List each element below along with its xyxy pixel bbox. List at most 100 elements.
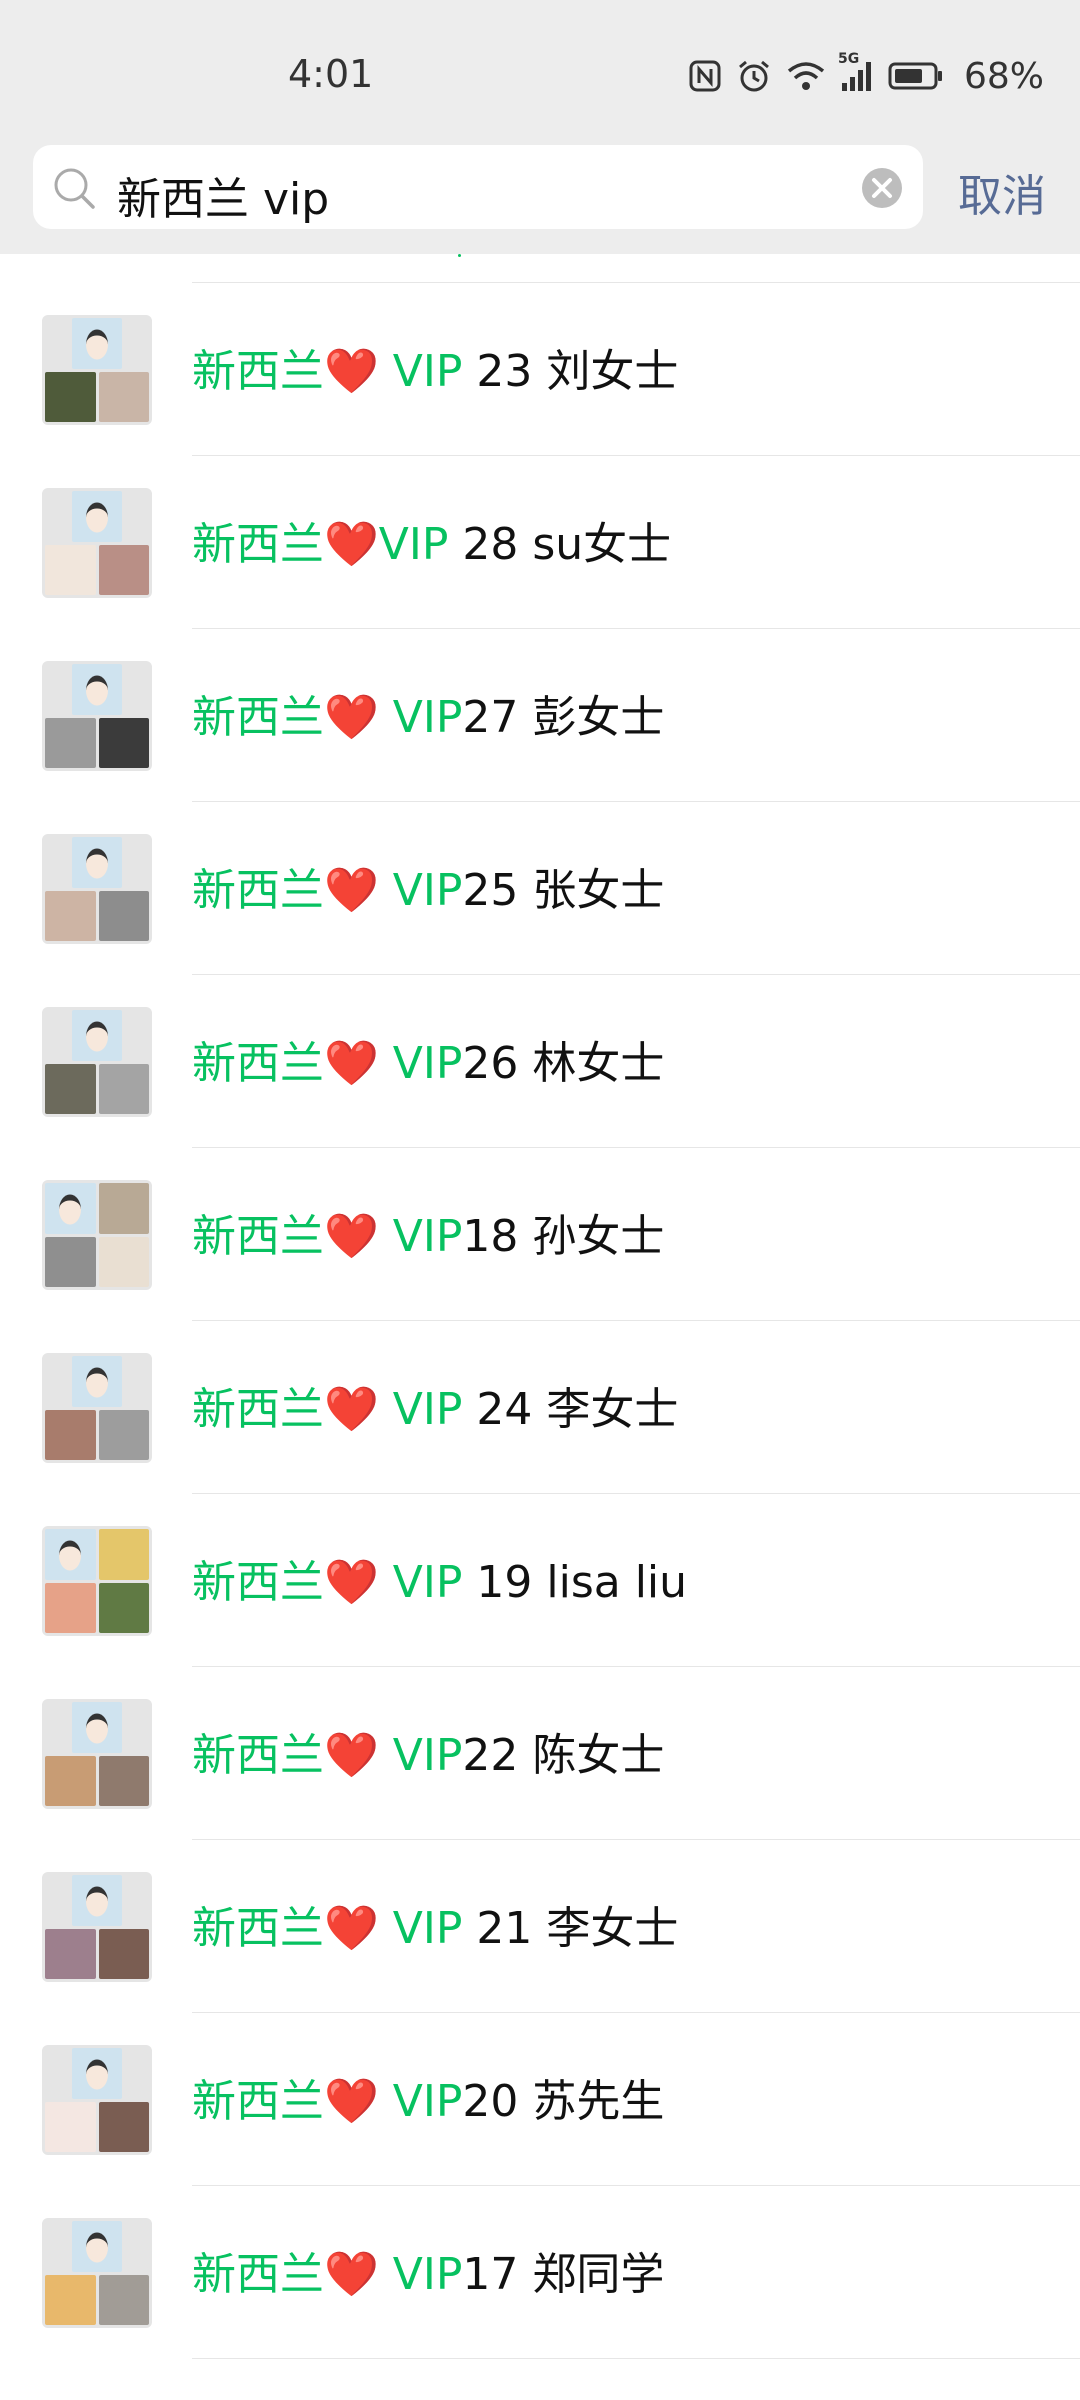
- heart-icon: ❤️: [324, 2076, 379, 2127]
- avatar-tile: [98, 1582, 149, 1633]
- chat-name: 新西兰❤️ VIP 19 lisa liu: [192, 1546, 687, 1610]
- name-rest: 19 lisa liu: [462, 1557, 688, 1608]
- chat-name: 新西兰❤️ VIP20 苏先生: [192, 2065, 664, 2129]
- cancel-button[interactable]: 取消: [958, 160, 1046, 224]
- group-avatar: [42, 1180, 152, 1290]
- avatar-tile: [72, 2048, 122, 2099]
- list-item[interactable]: 新西兰❤️ VIP20 苏先生: [0, 2013, 1080, 2186]
- chat-name: 新西兰❤️ VIP22 陈女士: [192, 1719, 664, 1783]
- list-item[interactable]: 新西兰❤️ VIP27 彭女士: [0, 629, 1080, 802]
- search-input[interactable]: 新西兰 vip: [33, 145, 923, 229]
- avatar-tile: [98, 1183, 149, 1234]
- chat-name: 新西兰❤️ VIP 24 李女士: [192, 1373, 678, 1437]
- list-item[interactable]: 新西兰❤️ VIP18 孙女士: [0, 1148, 1080, 1321]
- avatar-tile: [45, 1409, 96, 1460]
- name-highlight: 新西兰: [192, 1211, 324, 1262]
- name-highlight: 新西兰: [192, 865, 324, 916]
- avatar-tile: [72, 1875, 122, 1926]
- name-highlight: VIP: [378, 1384, 463, 1435]
- avatar-tile: [98, 1063, 149, 1114]
- chat-name: 新西兰❤️VIP 28 su女士: [192, 508, 671, 572]
- search-icon: [51, 165, 97, 215]
- avatar-tile: [45, 1236, 96, 1287]
- group-avatar: [42, 1353, 152, 1463]
- status-icons: 5G 68%: [688, 51, 1044, 97]
- name-highlight: 新西兰: [192, 1903, 324, 1954]
- battery-icon: [888, 61, 944, 91]
- avatar-face-icon: [86, 675, 108, 706]
- avatar-face-icon: [86, 502, 108, 533]
- name-highlight: 新西兰: [192, 1384, 324, 1435]
- list-item[interactable]: 新西兰❤️ VIP17 郑同学: [0, 2186, 1080, 2359]
- avatar-face-icon: [86, 2232, 108, 2263]
- list-item[interactable]: 新西兰❤️ VIP 24 李女士: [0, 1321, 1080, 1494]
- avatar-tile: [98, 1928, 149, 1979]
- wifi-icon: [786, 59, 826, 93]
- name-highlight: VIP: [378, 2076, 463, 2127]
- avatar-tile: [45, 1755, 96, 1806]
- group-avatar: [42, 315, 152, 425]
- name-highlight: VIP: [378, 519, 449, 570]
- name-rest: 28 su女士: [448, 519, 672, 570]
- group-avatar: [42, 1872, 152, 1982]
- list-item[interactable]: 新西兰❤️ VIP 23 刘女士: [0, 283, 1080, 456]
- group-avatar: [42, 661, 152, 771]
- avatar-tile: [45, 1063, 96, 1114]
- name-rest: 23 刘女士: [462, 346, 679, 397]
- heart-icon: ❤️: [324, 1730, 379, 1781]
- heart-icon: ❤️: [324, 519, 379, 570]
- avatar-tile: [45, 1183, 96, 1234]
- list-item[interactable]: 新西兰❤️ VIP 19 lisa liu: [0, 1494, 1080, 1667]
- heart-icon: ❤️: [324, 692, 379, 743]
- avatar-tile: [45, 2101, 96, 2152]
- list-item[interactable]: 新西兰❤️ VIP25 张女士: [0, 802, 1080, 975]
- chat-name: 新西兰❤️ VIP17 郑同学: [192, 2238, 664, 2302]
- name-highlight: VIP: [378, 1557, 463, 1608]
- avatar-face-icon: [86, 1886, 108, 1917]
- name-highlight: 新西兰: [192, 2076, 324, 2127]
- avatar-face-icon: [59, 1540, 82, 1571]
- avatar-tile: [72, 837, 122, 888]
- name-highlight: 新西兰: [192, 1038, 324, 1089]
- avatar-tile: [98, 717, 149, 768]
- alarm-icon: [736, 58, 772, 94]
- name-rest: 22 陈女士: [462, 1730, 665, 1781]
- clear-search-icon[interactable]: [861, 167, 903, 213]
- list-item[interactable]: 新西兰❤️ VIP26 林女士: [0, 975, 1080, 1148]
- avatar-face-icon: [86, 1021, 108, 1052]
- name-highlight: 新西兰: [192, 519, 324, 570]
- avatar-tile: [45, 717, 96, 768]
- avatar-face-icon: [86, 329, 108, 360]
- group-avatar: [42, 488, 152, 598]
- heart-icon: ❤️: [324, 2249, 379, 2300]
- avatar-face-icon: [86, 2059, 108, 2090]
- search-query[interactable]: 新西兰 vip: [117, 163, 329, 227]
- avatar-tile: [45, 1529, 96, 1580]
- name-highlight: 新西兰: [192, 2249, 324, 2300]
- avatar-tile: [72, 318, 122, 369]
- name-highlight: VIP: [378, 1730, 463, 1781]
- avatar-face-icon: [86, 1713, 108, 1744]
- avatar-face-icon: [59, 1194, 82, 1225]
- avatar-face-icon: [86, 848, 108, 879]
- avatar-tile: [98, 890, 149, 941]
- group-avatar: [42, 834, 152, 944]
- chat-name: 新西兰❤️ VIP 21 李女士: [192, 1892, 678, 1956]
- heart-icon: ❤️: [324, 1384, 379, 1435]
- name-rest: 27 彭女士: [462, 692, 665, 743]
- list-item[interactable]: 新西兰❤️ VIP22 陈女士: [0, 1667, 1080, 1840]
- name-rest: 25 张女士: [462, 865, 665, 916]
- avatar-tile: [98, 1409, 149, 1460]
- name-highlight: 新西兰: [192, 692, 324, 743]
- nfc-icon: [688, 59, 722, 93]
- chat-name: 新西兰❤️ VIP25 张女士: [192, 854, 664, 918]
- battery-percent: 68%: [963, 55, 1044, 97]
- name-rest: 18 孙女士: [462, 1211, 665, 1262]
- heart-icon: ❤️: [324, 1038, 379, 1089]
- avatar-face-icon: [86, 1367, 108, 1398]
- list-item[interactable]: 新西兰❤️VIP 28 su女士: [0, 456, 1080, 629]
- name-highlight: 新西兰: [192, 1557, 324, 1608]
- avatar-tile: [45, 2274, 96, 2325]
- list-item[interactable]: 新西兰❤️ VIP 21 李女士: [0, 1840, 1080, 2013]
- chat-name: 新西兰❤️ VIP 23 刘女士: [192, 335, 678, 399]
